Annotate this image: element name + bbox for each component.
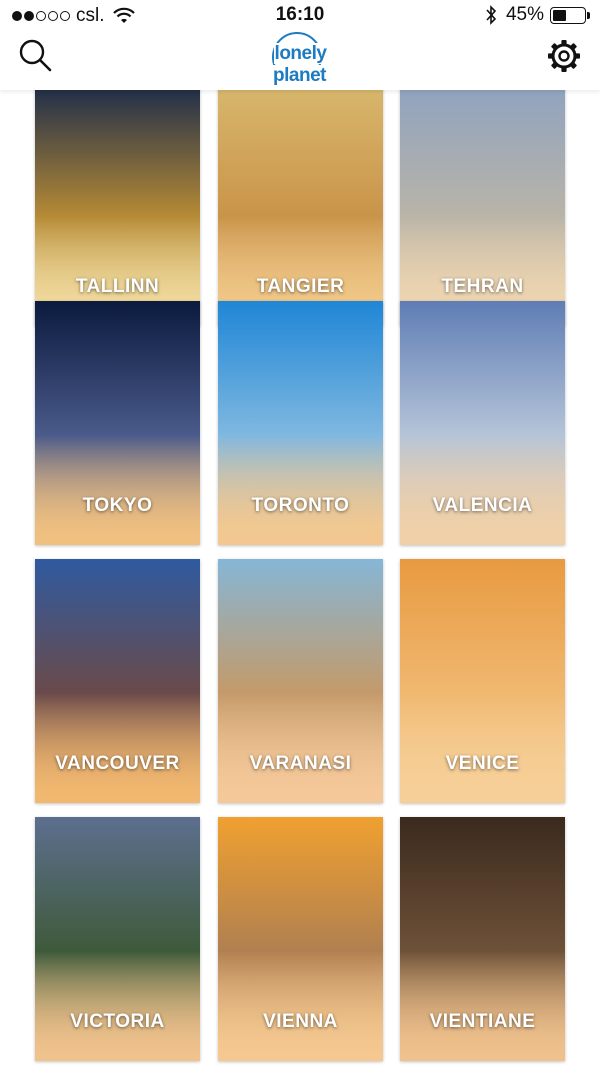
destination-label: VANCOUVER — [55, 753, 180, 774]
search-button[interactable] — [18, 38, 54, 74]
destination-card-tallinn[interactable]: TALLINN — [35, 90, 200, 326]
gear-icon — [548, 40, 580, 72]
search-icon — [19, 39, 52, 72]
destination-card-tangier[interactable]: TANGIER — [218, 90, 383, 326]
destination-card-valencia[interactable]: VALENCIA — [400, 301, 565, 545]
destination-label: VIENTIANE — [429, 1011, 536, 1032]
status-bar: csl. 16:10 45% — [0, 0, 600, 30]
battery-percent: 45% — [505, 4, 544, 25]
status-right: 45% — [484, 4, 590, 26]
destination-card-tehran[interactable]: TEHRAN — [400, 90, 565, 326]
destination-card-tokyo[interactable]: TOKYO — [35, 301, 200, 545]
destination-fade — [218, 693, 383, 803]
destination-card-venice[interactable]: VENICE — [400, 559, 565, 803]
destination-fade — [218, 435, 383, 545]
logo-text: lonely planet — [273, 43, 327, 86]
bluetooth-icon — [486, 5, 497, 25]
destination-label: VIENNA — [263, 1011, 338, 1032]
destination-card-varanasi[interactable]: VARANASI — [218, 559, 383, 803]
destination-card-toronto[interactable]: TORONTO — [218, 301, 383, 545]
battery-tip — [587, 11, 590, 19]
destination-card-victoria[interactable]: VICTORIA — [35, 817, 200, 1061]
destination-fade — [400, 951, 565, 1061]
destination-fade — [35, 951, 200, 1061]
destination-label: VARANASI — [249, 753, 352, 774]
destination-label: VICTORIA — [70, 1011, 165, 1032]
battery-icon — [550, 6, 586, 24]
app-header: lonely planet — [0, 30, 600, 90]
destination-card-vientiane[interactable]: VIENTIANE — [400, 817, 565, 1061]
destination-label: VALENCIA — [432, 495, 533, 516]
destination-card-vancouver[interactable]: VANCOUVER — [35, 559, 200, 803]
destination-label: TORONTO — [251, 495, 350, 516]
destination-fade — [400, 435, 565, 545]
battery-level — [553, 9, 567, 21]
destination-label: TANGIER — [256, 276, 345, 297]
destination-grid: TALLINN TANGIER TEHRAN TOKYO TORONTO VAL… — [0, 90, 600, 1067]
destination-label: TEHRAN — [441, 276, 524, 297]
destination-label: VENICE — [445, 753, 520, 774]
destination-label: TOKYO — [82, 495, 153, 516]
destination-fade — [218, 951, 383, 1061]
settings-button[interactable] — [546, 38, 582, 74]
destination-fade — [35, 435, 200, 545]
destination-card-vienna[interactable]: VIENNA — [218, 817, 383, 1061]
destination-fade — [35, 693, 200, 803]
destination-fade — [400, 693, 565, 803]
lonely-planet-logo: lonely planet — [248, 30, 352, 86]
destination-label: TALLINN — [75, 276, 160, 297]
